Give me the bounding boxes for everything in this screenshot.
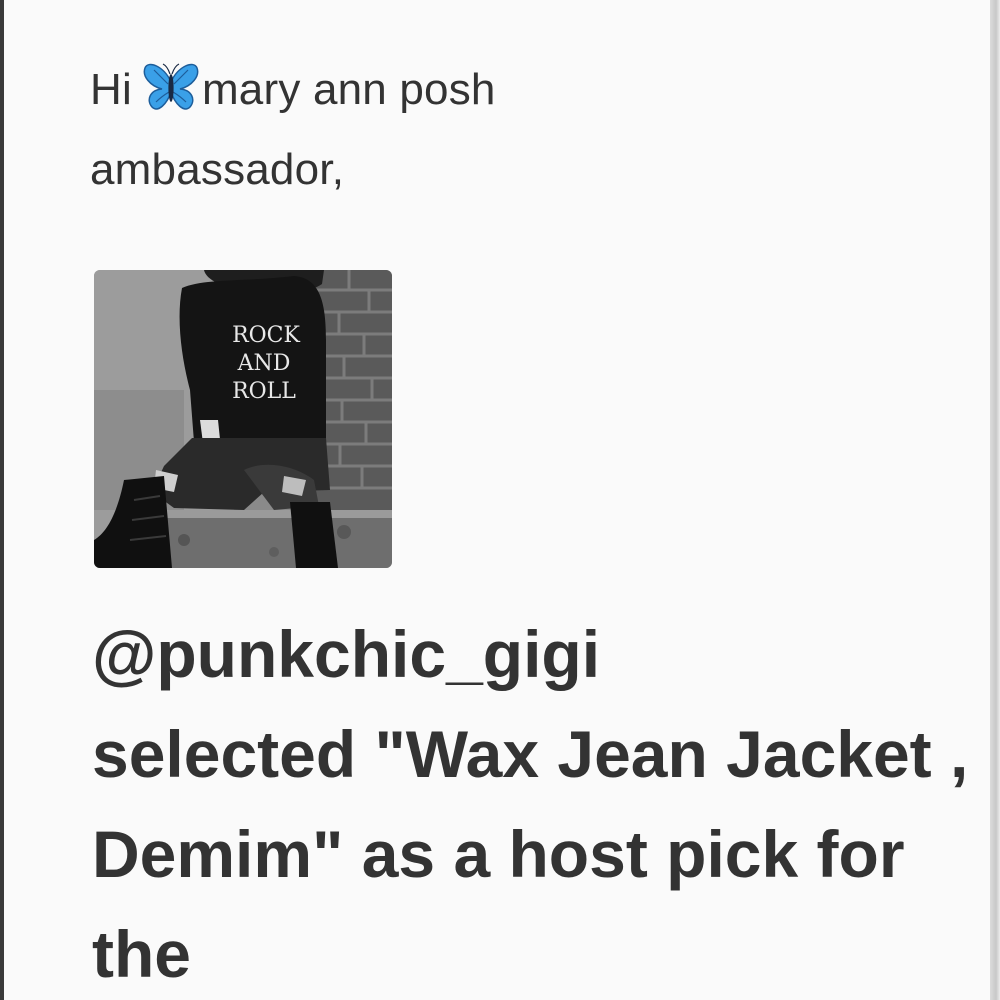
greeting-name-line2: ambassador, — [90, 145, 345, 194]
butterfly-icon — [142, 60, 200, 112]
email-body: Hi mary ann posh ambassador, ROCK AND RO… — [4, 0, 990, 1000]
host-pick-notice: @punkchic_gigi selected "Wax Jean Jacket… — [92, 604, 972, 1000]
user-handle-link[interactable]: @punkchic_gigi — [92, 604, 972, 704]
shirt-text-line3: ROLL — [232, 379, 296, 404]
shirt-text-line1: ROCK — [232, 323, 300, 348]
greeting-prefix: Hi — [90, 65, 132, 114]
user-avatar[interactable]: ROCK AND ROLL — [94, 270, 392, 568]
avatar-photo: ROCK AND ROLL — [94, 270, 392, 568]
notice-message: selected "Wax Jean Jacket , Demim" as a … — [92, 717, 969, 991]
right-edge-shadow — [990, 0, 1000, 1000]
greeting: Hi mary ann posh ambassador, — [90, 50, 650, 210]
shirt-text-line2: AND — [237, 351, 291, 376]
greeting-name-line1: mary ann posh — [201, 65, 496, 114]
